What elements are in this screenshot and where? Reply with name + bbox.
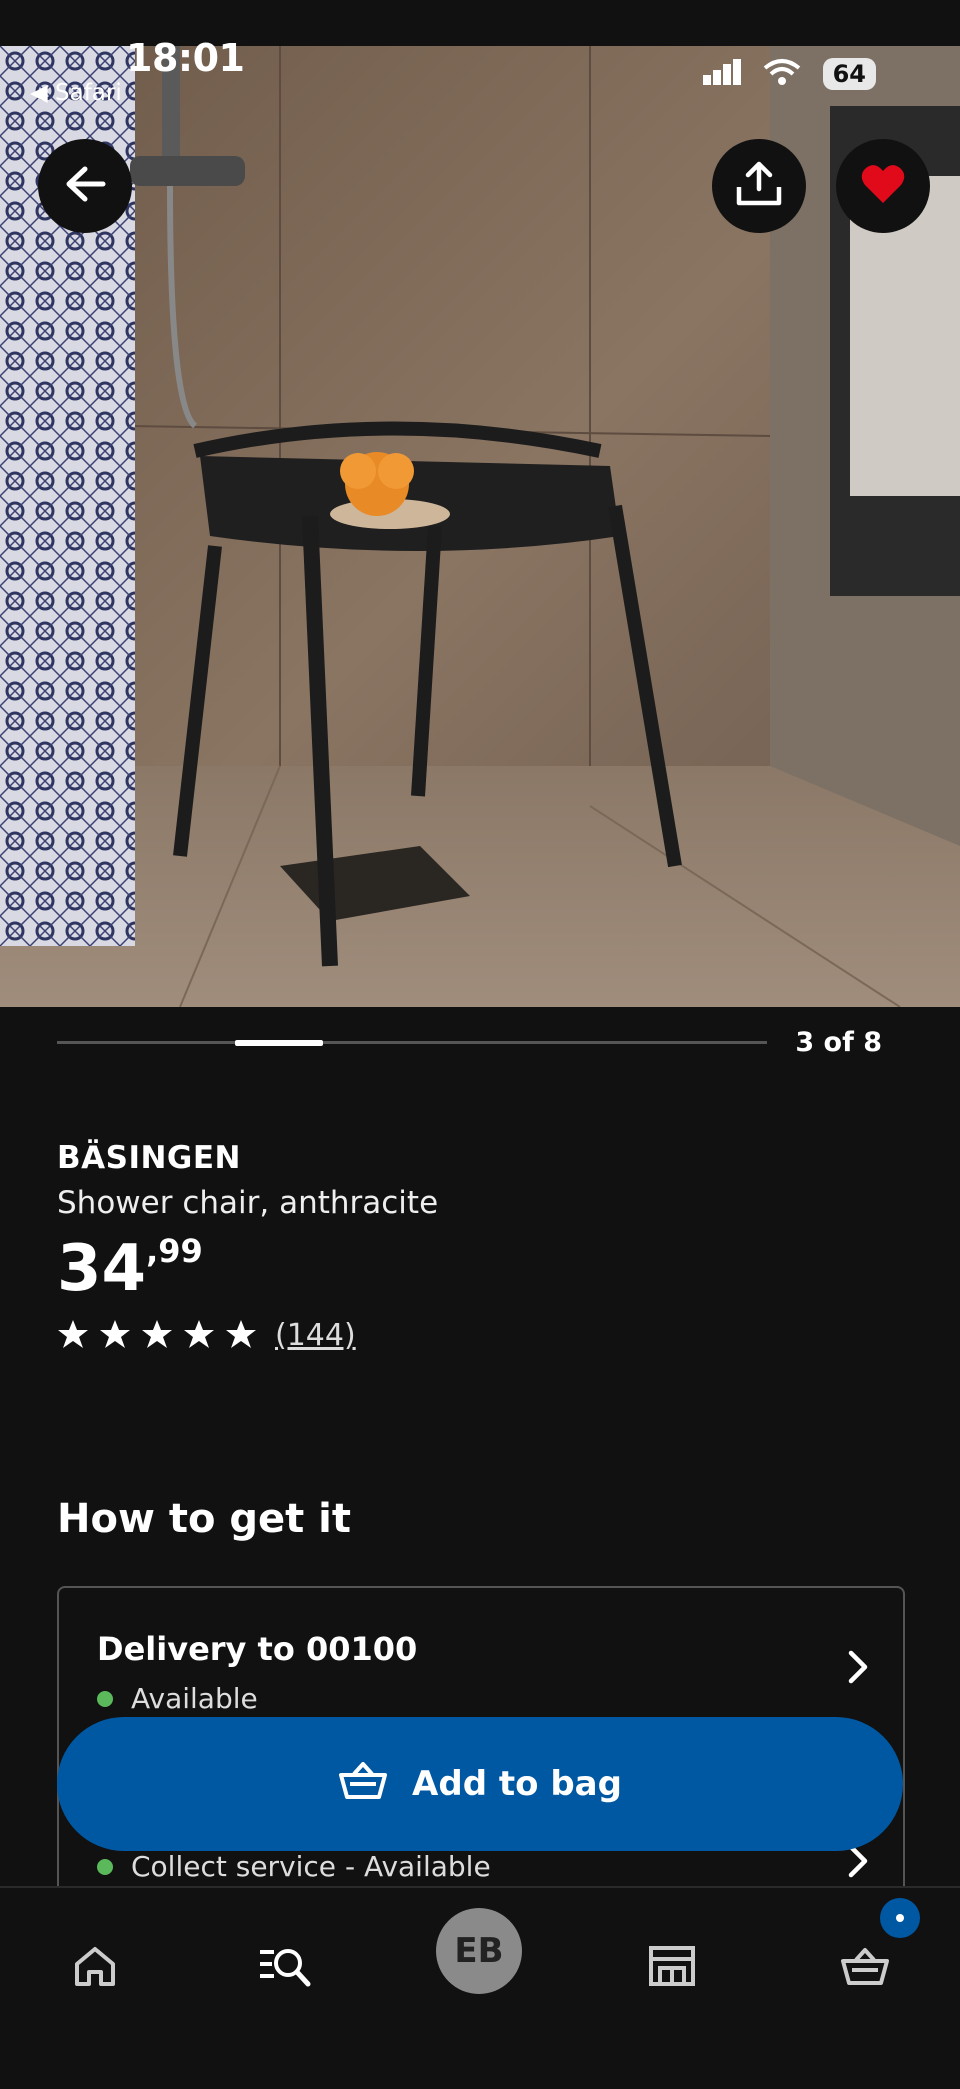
basket-icon: [338, 1760, 388, 1809]
available-dot-icon: [97, 1858, 113, 1875]
nav-bag[interactable]: [825, 1928, 905, 2008]
back-to-safari-link[interactable]: ◀ Safari: [30, 80, 122, 106]
nav-home[interactable]: [55, 1928, 135, 2008]
product-price: 34,99: [57, 1232, 203, 1306]
share-icon: [735, 161, 783, 211]
delivery-availability: Available: [97, 1682, 258, 1715]
collect-status: Collect service - Available: [131, 1850, 491, 1883]
image-pager-track: [57, 1040, 767, 1046]
bag-badge: [880, 1898, 920, 1938]
chevron-right-icon: [847, 1650, 869, 1693]
add-to-bag-label: Add to bag: [412, 1764, 622, 1804]
product-rating[interactable]: (144): [57, 1318, 356, 1353]
available-dot-icon: [97, 1690, 113, 1707]
rating-count-link[interactable]: (144): [275, 1318, 356, 1353]
delivery-status: Available: [131, 1682, 258, 1715]
image-counter: 3 of 8: [795, 1027, 882, 1058]
star-icon: [183, 1319, 215, 1353]
image-pager-indicator: [235, 1040, 323, 1046]
star-icon: [225, 1319, 257, 1353]
delivery-title: Delivery to 00100: [97, 1630, 418, 1668]
product-image[interactable]: [0, 46, 960, 1007]
search-list-icon: [258, 1944, 314, 1992]
battery-indicator: 64: [822, 58, 876, 90]
add-to-bag-button[interactable]: Add to bag: [57, 1717, 903, 1851]
status-time: 18:01: [126, 36, 245, 80]
store-icon: [648, 1944, 696, 1992]
back-arrow-icon: [63, 164, 107, 208]
section-title-how-to-get: How to get it: [57, 1496, 352, 1542]
price-separator: ,: [146, 1232, 159, 1270]
home-icon: [73, 1944, 117, 1992]
price-decimal: 99: [158, 1232, 203, 1270]
back-button[interactable]: [38, 139, 132, 233]
nav-stores[interactable]: [632, 1928, 712, 2008]
heart-icon: [860, 163, 906, 209]
share-button[interactable]: [712, 139, 806, 233]
nav-profile-avatar[interactable]: EB: [436, 1908, 522, 1994]
star-icon: [141, 1319, 173, 1353]
star-icon: [99, 1319, 131, 1353]
star-icon: [57, 1319, 89, 1353]
product-photo-illustration: [0, 46, 960, 1007]
wifi-icon: [763, 58, 801, 90]
favorite-button[interactable]: [836, 139, 930, 233]
cellular-signal-icon: [702, 59, 741, 89]
bag-badge-dot: [896, 1914, 904, 1922]
bottom-navigation: EB: [0, 1886, 960, 2089]
product-name: BÄSINGEN: [57, 1140, 241, 1176]
basket-icon: [840, 1946, 890, 1990]
product-description: Shower chair, anthracite: [57, 1185, 439, 1221]
collect-availability: Collect service - Available: [97, 1850, 491, 1883]
chevron-right-icon: [847, 1844, 869, 1887]
nav-search[interactable]: [246, 1928, 326, 2008]
status-indicators: 64: [702, 58, 876, 90]
price-integer: 34: [57, 1232, 147, 1306]
